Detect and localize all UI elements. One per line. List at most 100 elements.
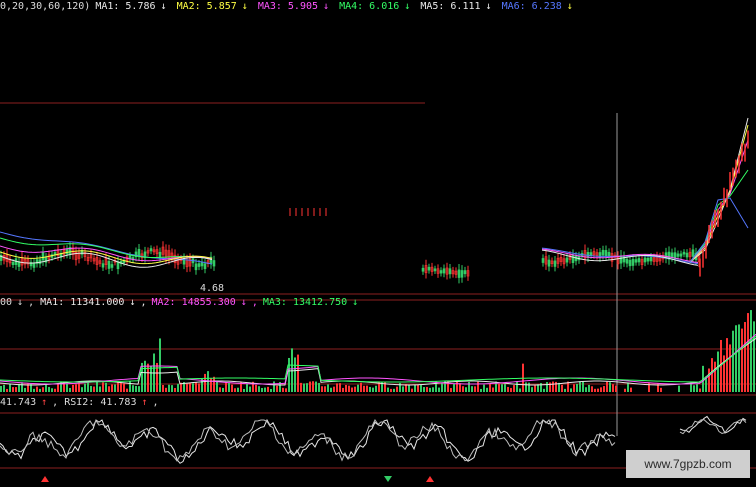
price-candle-c-candle (634, 259, 638, 263)
volume-bar (186, 383, 188, 392)
vol-ma3-line (0, 335, 756, 383)
price-candle-a-candle (41, 252, 45, 261)
volume-bar (735, 325, 737, 392)
price-candle-a-candle (65, 249, 69, 255)
price-candle-a-candle (200, 261, 204, 267)
volume-bar (201, 378, 203, 392)
price-candle-a-candle (212, 260, 216, 267)
volume-bar (87, 382, 89, 392)
volume-bar (339, 383, 341, 392)
volume-bar (561, 384, 563, 392)
volume-bar (393, 388, 395, 392)
volume-bar (729, 344, 731, 392)
volume-bar (438, 387, 440, 392)
volume-bar (189, 382, 191, 392)
price-candle-c-candle (589, 252, 593, 256)
price-candle-b-candle (457, 269, 461, 278)
price-candle-c-candle (601, 249, 605, 256)
vol-ma1-value: MA1: 11341.000 ↓, (40, 297, 147, 308)
volume-bar (39, 388, 41, 392)
ma-rally-line (689, 169, 749, 263)
volume-bar (45, 384, 47, 392)
vol-ma2-value: MA2: 14855.300 ↓, (151, 297, 258, 308)
volume-bar (504, 384, 506, 392)
volume-bar (213, 376, 215, 392)
volume-bar (345, 384, 347, 392)
rsi2-line (0, 419, 616, 462)
volume-bar (306, 383, 308, 392)
volume-bar (255, 384, 257, 392)
volume-bar (708, 368, 710, 392)
stock-chart-canvas[interactable] (0, 0, 756, 487)
volume-bar (69, 387, 71, 392)
price-candle-c-candle (553, 260, 557, 267)
volume-bar (243, 388, 245, 392)
volume-bar (162, 384, 164, 392)
vol-ma3-value: MA3: 13412.750 ↓ (262, 297, 359, 308)
volume-bar (12, 387, 14, 392)
volume-bar (372, 387, 374, 392)
volume-bar (129, 381, 131, 392)
volume-bar (102, 382, 104, 392)
volume-bar (570, 388, 572, 392)
price-candle-c-candle (565, 257, 569, 263)
volume-bar (138, 386, 140, 392)
price-candle-a-candle (197, 263, 201, 267)
volume-bar (123, 383, 125, 392)
volume-bar (342, 387, 344, 392)
volume-bar (273, 381, 275, 392)
volume-bar (6, 388, 8, 392)
volume-bar (261, 388, 263, 392)
volume-bar (714, 361, 716, 392)
volume-bar (105, 382, 107, 392)
price-candle-c-candle (670, 252, 674, 258)
volume-bar (333, 386, 335, 392)
volume-bar (111, 384, 113, 392)
volume-bar (501, 384, 503, 392)
price-candle-c-candle (682, 251, 686, 255)
volume-bar (177, 383, 179, 392)
volume-bar (546, 382, 548, 392)
price-candle-a-candle (194, 263, 198, 271)
volume-bar (387, 387, 389, 392)
volume-bar (507, 386, 509, 392)
volume-bar (627, 382, 629, 392)
price-candle-c-candle (649, 256, 653, 262)
volume-bar (285, 388, 287, 392)
volume-bar (150, 365, 152, 392)
volume-bar (585, 387, 587, 392)
volume-bar (270, 388, 272, 392)
volume-bar (423, 387, 425, 392)
buy-signal-arrow-icon (426, 476, 434, 482)
volume-bar (21, 382, 23, 392)
volume-bar (114, 384, 116, 392)
volume-bar (96, 381, 98, 392)
volume-bar (564, 388, 566, 392)
volume-bar (678, 385, 680, 392)
price-candle-b-candle (460, 270, 464, 278)
volume-bar (543, 388, 545, 392)
volume-bar (498, 383, 500, 392)
volume-bar (732, 330, 734, 392)
volume-bar (276, 385, 278, 392)
volume-bar (222, 387, 224, 392)
volume-bar (528, 382, 530, 392)
ma-rally-line (689, 117, 749, 263)
volume-bar (375, 385, 377, 392)
volume-bar (321, 386, 323, 392)
volume-bar (36, 386, 38, 392)
volume-bar (324, 386, 326, 392)
volume-bar (477, 381, 479, 392)
volume-bar (363, 385, 365, 392)
price-candle-a-candle (101, 263, 105, 268)
ma5-value: MA5: 6.111 ↓ (420, 1, 492, 12)
volume-bar (480, 388, 482, 392)
volume-bar (741, 328, 743, 392)
volume-bar (318, 382, 320, 392)
volume-bar (132, 385, 134, 392)
ma4-value: MA4: 6.016 ↓ (339, 1, 411, 12)
volume-bar (747, 313, 749, 392)
price-candle-a-candle (107, 260, 111, 269)
price-candle-c-candle (676, 253, 680, 257)
volume-bar (630, 387, 632, 392)
